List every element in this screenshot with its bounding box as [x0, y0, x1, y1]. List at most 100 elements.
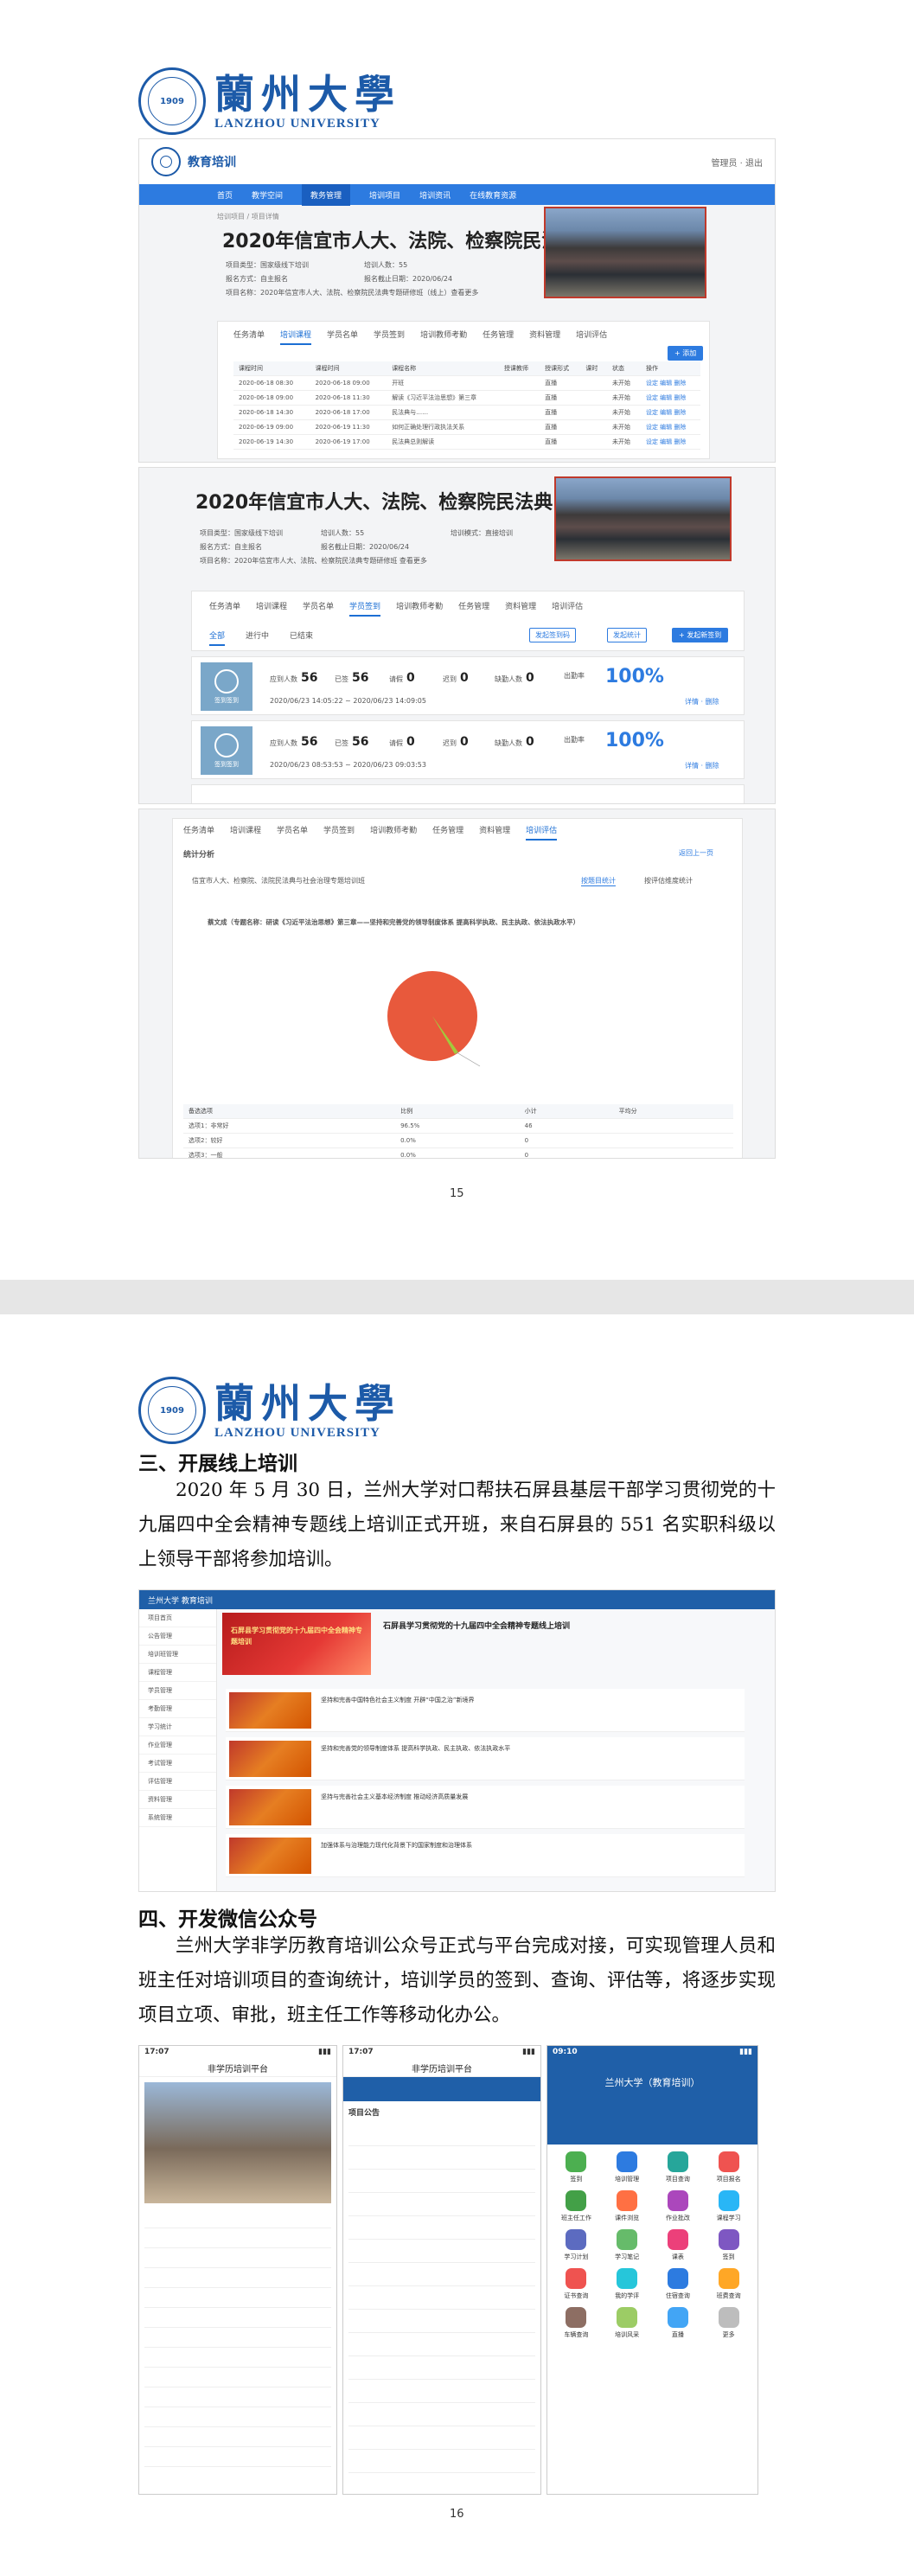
- tab-evaluation[interactable]: 培训评估: [526, 824, 558, 841]
- tab-materials[interactable]: 资料管理: [479, 824, 510, 841]
- grid-item[interactable]: 课件浏览: [604, 2190, 651, 2222]
- tab-evaluation[interactable]: 培训评估: [552, 600, 583, 617]
- filter-ended[interactable]: 已结束: [290, 630, 313, 646]
- stat-label: 已签: [335, 739, 348, 747]
- grid-label: 我的学评: [615, 2292, 640, 2299]
- grid-item[interactable]: 学习计划: [553, 2229, 600, 2261]
- user-menu[interactable]: 管理员 · 退出: [711, 156, 763, 169]
- nav-item[interactable]: 在线教育资源: [470, 189, 516, 201]
- tab-students[interactable]: 学员名单: [327, 329, 358, 345]
- new-sign-in-button[interactable]: + 发起新签到: [672, 628, 729, 642]
- tab-materials[interactable]: 资料管理: [505, 600, 536, 617]
- news-title: 坚持和完善中国特色社会主义制度 开辟“中国之治”新境界: [321, 1697, 475, 1703]
- cell: 未开始: [607, 390, 641, 406]
- sidebar-item[interactable]: 考勤管理: [139, 1700, 216, 1718]
- back-link[interactable]: 返回上一页: [679, 848, 713, 858]
- table-row: 2020-06-19 09:00 2020-06-19 11:30 如何正确处理行政…: [233, 419, 700, 435]
- statistics-button[interactable]: 发起统计: [607, 628, 647, 642]
- row-actions[interactable]: 设定 编辑 删除: [640, 375, 700, 391]
- grid-item[interactable]: 证书查询: [553, 2268, 600, 2300]
- grid-item[interactable]: 签到: [705, 2229, 752, 2261]
- row-actions[interactable]: 详情 · 删除: [685, 697, 719, 706]
- grid-item[interactable]: 车辆查询: [553, 2307, 600, 2339]
- function-icon: [718, 2307, 739, 2328]
- tab-students[interactable]: 学员名单: [303, 600, 334, 617]
- sign-code-button[interactable]: 发起签到码: [529, 628, 576, 642]
- sidebar-item[interactable]: 考试管理: [139, 1755, 216, 1773]
- row-actions[interactable]: 设定 编辑 删除: [640, 390, 700, 406]
- nav-item[interactable]: 教学空间: [252, 189, 283, 201]
- grid-item[interactable]: 学习笔记: [604, 2229, 651, 2261]
- function-icon: [617, 2229, 638, 2250]
- tab-task-manage[interactable]: 任务管理: [432, 824, 463, 841]
- sidebar-item[interactable]: 学员管理: [139, 1682, 216, 1700]
- tab-teacher-attendance[interactable]: 培训教师考勤: [370, 824, 417, 841]
- grid-item[interactable]: 住宿查询: [655, 2268, 702, 2300]
- tab-sign-in[interactable]: 学员签到: [374, 329, 405, 345]
- group-photo: [554, 476, 732, 561]
- list-item[interactable]: 加强体系与治理能力现代化背景下的国家制度和治理体系: [226, 1834, 745, 1877]
- grid-item[interactable]: 课表: [655, 2229, 702, 2261]
- tab-by-dimension[interactable]: 按评估维度统计: [644, 876, 693, 885]
- tab-courses[interactable]: 培训课程: [280, 329, 312, 345]
- list-item[interactable]: 坚持与完善社会主义基本经济制度 推动经济高质量发展: [226, 1786, 745, 1829]
- sidebar-item[interactable]: 评估管理: [139, 1773, 216, 1791]
- grid-item[interactable]: 培训管理: [604, 2151, 651, 2183]
- tab-task-list[interactable]: 任务清单: [209, 600, 240, 617]
- grid-item[interactable]: 我的学评: [604, 2268, 651, 2300]
- grid-item[interactable]: 签到: [553, 2151, 600, 2183]
- grid-item[interactable]: 项目查询: [655, 2151, 702, 2183]
- grid-item[interactable]: 更多: [705, 2307, 752, 2339]
- grid-item[interactable]: 班费查询: [705, 2268, 752, 2300]
- tab-sign-in[interactable]: 学员签到: [349, 600, 381, 617]
- tab-teacher-attendance[interactable]: 培训教师考勤: [420, 329, 467, 345]
- row-actions[interactable]: 详情 · 删除: [685, 761, 719, 770]
- row-actions[interactable]: 设定 编辑 删除: [640, 434, 700, 450]
- cell: 开班: [387, 375, 499, 391]
- sidebar-item[interactable]: 学习统计: [139, 1718, 216, 1736]
- grid-item[interactable]: 作业批改: [655, 2190, 702, 2222]
- col-header: 状态: [607, 361, 641, 376]
- tab-task-list[interactable]: 任务清单: [233, 329, 265, 345]
- tab-evaluation[interactable]: 培训评估: [576, 329, 607, 345]
- filter-all[interactable]: 全部: [209, 630, 226, 646]
- grid-item[interactable]: 直播: [655, 2307, 702, 2339]
- tab-courses[interactable]: 培训课程: [256, 600, 287, 617]
- nav-item[interactable]: 培训项目: [369, 189, 400, 201]
- filter-ongoing[interactable]: 进行中: [246, 630, 269, 646]
- tab-students[interactable]: 学员名单: [277, 824, 308, 841]
- table-row: 2020-06-19 14:30 2020-06-19 17:00 民法典总则解读 直…: [233, 434, 700, 450]
- nav-item[interactable]: 教务管理: [302, 183, 351, 206]
- sidebar-item[interactable]: 课程管理: [139, 1664, 216, 1682]
- nav-item[interactable]: 培训资讯: [419, 189, 451, 201]
- status-time: 17:07: [144, 2048, 169, 2056]
- sidebar-item[interactable]: 培训班管理: [139, 1646, 216, 1664]
- sidebar-item[interactable]: 项目首页: [139, 1609, 216, 1627]
- tab-sign-in[interactable]: 学员签到: [323, 824, 355, 841]
- sidebar-item[interactable]: 作业管理: [139, 1736, 216, 1755]
- grid-item[interactable]: 课程学习: [705, 2190, 752, 2222]
- sidebar-item[interactable]: 公告管理: [139, 1627, 216, 1646]
- function-icon: [566, 2229, 587, 2250]
- grid-item[interactable]: 班主任工作: [553, 2190, 600, 2222]
- row-actions[interactable]: 设定 编辑 删除: [640, 405, 700, 420]
- grid-item[interactable]: 项目报名: [705, 2151, 752, 2183]
- col-header: 课程时间: [233, 361, 310, 376]
- sign-in-row[interactable]: 签到签到 应到人数 56 已签 56 请假 0 迟到 0 缺勤人数 0 出勤率 100% …: [191, 656, 745, 715]
- tab-teacher-attendance[interactable]: 培训教师考勤: [396, 600, 443, 617]
- nav-item[interactable]: 首页: [217, 189, 233, 201]
- list-item[interactable]: 坚持和完善党的领导制度体系 提高科学执政、民主执政、依法执政水平: [226, 1737, 745, 1780]
- sidebar-item[interactable]: 资料管理: [139, 1791, 216, 1809]
- tab-materials[interactable]: 资料管理: [529, 329, 560, 345]
- row-actions[interactable]: 设定 编辑 删除: [640, 419, 700, 435]
- add-course-button[interactable]: + 添加: [668, 346, 704, 361]
- list-item[interactable]: 坚持和完善中国特色社会主义制度 开辟“中国之治”新境界: [226, 1689, 745, 1732]
- tab-task-manage[interactable]: 任务管理: [483, 329, 514, 345]
- sign-in-row[interactable]: 签到签到 应到人数 56 已签 56 请假 0 迟到 0 缺勤人数 0 出勤率 100% …: [191, 720, 745, 779]
- tab-by-question[interactable]: 按题目统计: [581, 876, 616, 886]
- tab-task-manage[interactable]: 任务管理: [458, 600, 489, 617]
- tab-courses[interactable]: 培训课程: [230, 824, 261, 841]
- grid-item[interactable]: 培训风采: [604, 2307, 651, 2339]
- sidebar-item[interactable]: 系统管理: [139, 1809, 216, 1827]
- tab-task-list[interactable]: 任务清单: [183, 824, 214, 841]
